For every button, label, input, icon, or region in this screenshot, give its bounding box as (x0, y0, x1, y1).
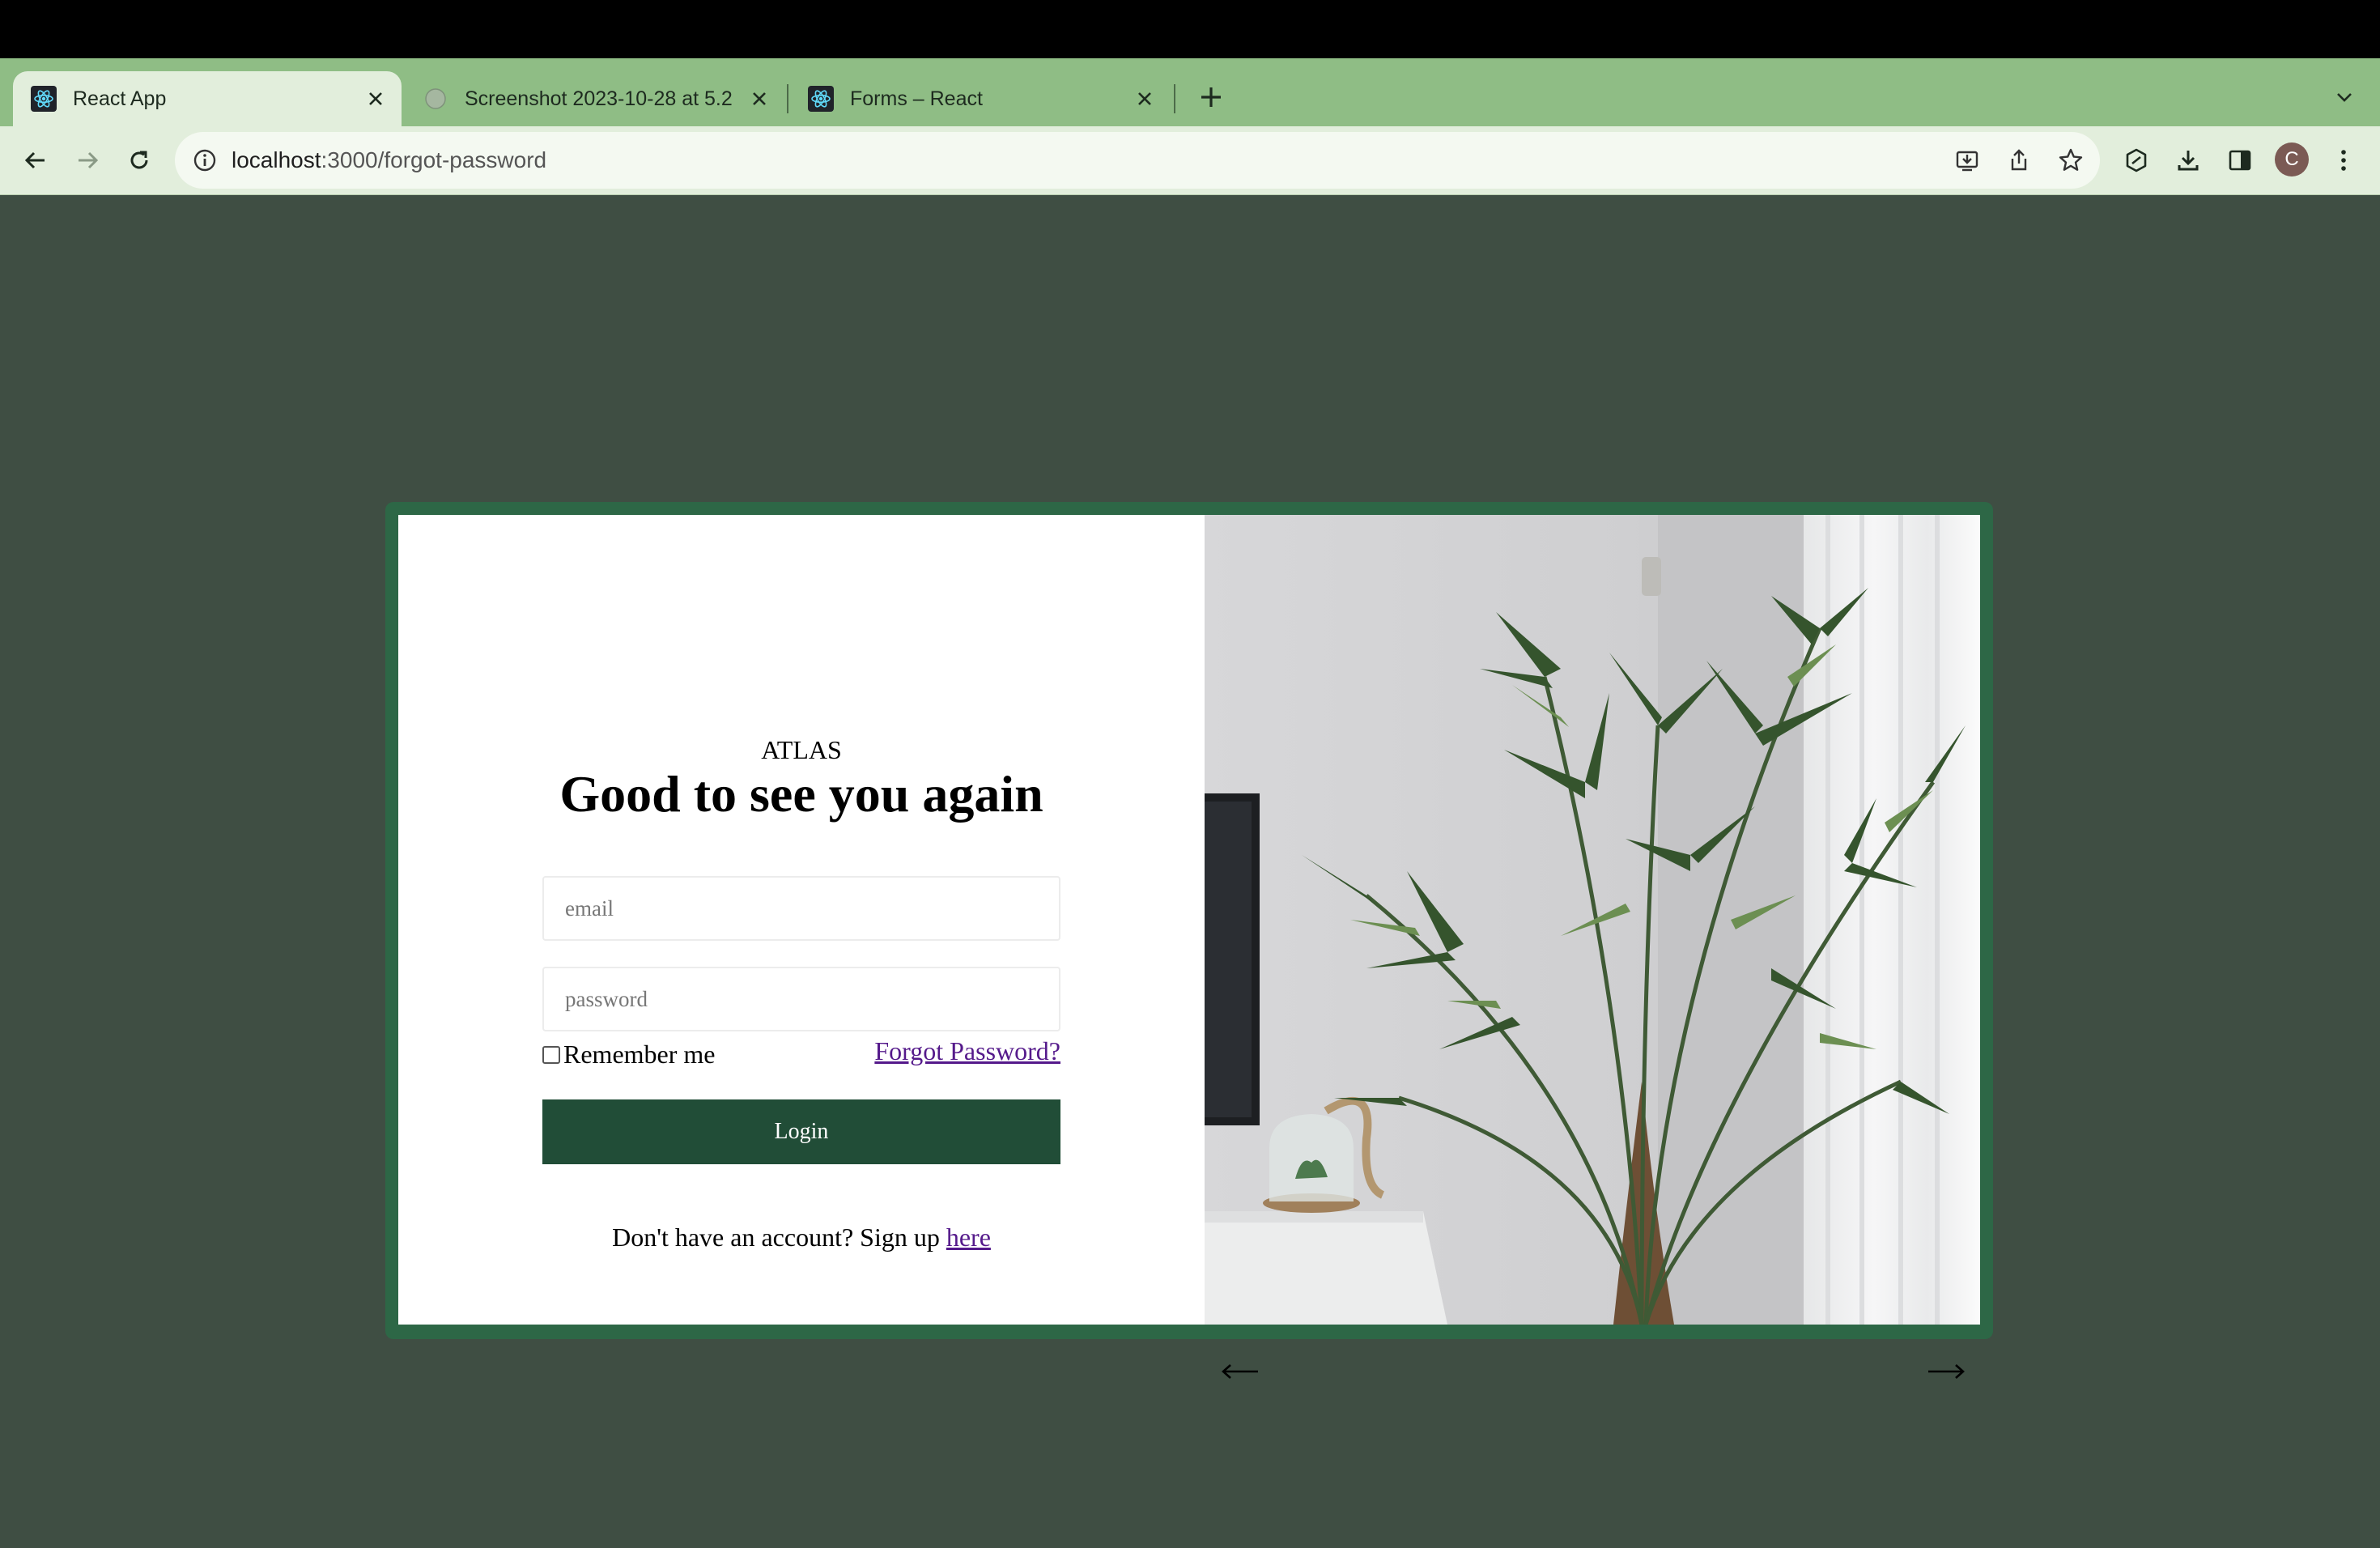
tab-screenshot[interactable]: Screenshot 2023-10-28 at 5.2 (405, 71, 785, 126)
browser-toolbar: localhost:3000/forgot-password (0, 126, 2380, 195)
signup-link[interactable]: here (946, 1223, 991, 1252)
carousel-prev-button[interactable] (1216, 1355, 1264, 1388)
downloads-button[interactable] (2169, 141, 2208, 180)
forward-button[interactable] (68, 141, 107, 180)
browser-menu-button[interactable] (2324, 141, 2363, 180)
share-icon (2011, 149, 2027, 171)
back-button[interactable] (16, 141, 55, 180)
remember-me-label: Remember me (563, 1040, 716, 1069)
email-field[interactable] (542, 876, 1060, 941)
tab-separator (787, 84, 788, 113)
url-host: localhost (232, 147, 321, 172)
os-menu-bar (0, 0, 2380, 58)
plant-image (1205, 515, 1980, 1325)
tab-forms-react[interactable]: Forms – React (790, 71, 1171, 126)
info-icon[interactable] (193, 148, 217, 172)
close-icon[interactable] (743, 83, 776, 115)
close-icon[interactable] (359, 83, 392, 115)
side-panel-button[interactable] (2221, 141, 2259, 180)
star-icon (2059, 148, 2083, 171)
chevron-down-icon (2337, 93, 2352, 102)
bookmark-button[interactable] (2051, 141, 2090, 180)
tab-search-button[interactable] (2328, 81, 2361, 113)
password-field[interactable] (542, 967, 1060, 1031)
share-button[interactable] (2000, 141, 2038, 180)
arrow-left-icon (1222, 1364, 1258, 1379)
plus-icon (1201, 87, 1221, 107)
profile-avatar[interactable]: C (2275, 142, 2309, 176)
kebab-menu-icon (2341, 150, 2346, 171)
globe-icon (425, 88, 446, 109)
arrow-right-icon (1928, 1364, 1965, 1379)
reload-icon (130, 151, 148, 169)
url-path: :3000/forgot-password (321, 147, 547, 172)
signup-text: Don't have an account? Sign up (612, 1223, 946, 1252)
close-icon[interactable] (1128, 83, 1161, 115)
remember-me-checkbox[interactable] (542, 1045, 560, 1064)
page-title: Good to see you again (559, 765, 1043, 823)
arrow-left-icon (24, 151, 45, 169)
remember-me: Remember me (542, 1040, 715, 1070)
tab-react-app[interactable]: React App (13, 71, 402, 126)
download-icon (2178, 151, 2199, 171)
tab-separator (1174, 84, 1175, 113)
login-button[interactable]: Login (542, 1099, 1060, 1164)
react-icon (808, 86, 834, 112)
tab-title: React App (73, 87, 167, 110)
reload-button[interactable] (120, 141, 159, 180)
extension-button[interactable] (2117, 141, 2156, 180)
tab-title: Forms – React (850, 87, 983, 110)
react-icon (31, 86, 57, 112)
signup-prompt: Don't have an account? Sign up here (398, 1223, 1205, 1252)
login-form: ATLAS Good to see you again Remember me … (398, 515, 1205, 1325)
tab-strip: React App Screenshot 2023-10-28 at 5.2 F… (0, 58, 2380, 126)
forgot-password-link[interactable]: Forgot Password? (874, 1036, 1060, 1066)
new-tab-button[interactable] (1193, 79, 1229, 115)
plant-photo (1205, 515, 1980, 1325)
address-bar[interactable]: localhost:3000/forgot-password (175, 132, 2100, 189)
install-app-button[interactable] (1948, 141, 1987, 180)
install-icon (1956, 151, 1978, 172)
url-text: localhost:3000/forgot-password (232, 147, 546, 173)
arrow-right-icon (79, 151, 99, 169)
carousel-next-button[interactable] (1922, 1355, 1970, 1388)
login-card: ATLAS Good to see you again Remember me … (385, 502, 1993, 1339)
tab-title: Screenshot 2023-10-28 at 5.2 (465, 87, 733, 110)
brand-name: ATLAS (761, 735, 842, 764)
extension-icon (2126, 148, 2147, 172)
side-panel-icon (2229, 150, 2251, 171)
